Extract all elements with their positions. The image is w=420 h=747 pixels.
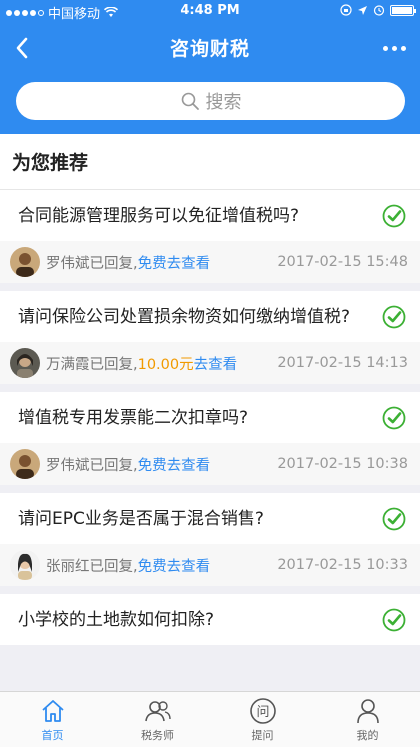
question-text: 小学校的土地款如何扣除? — [18, 610, 215, 630]
rotation-lock-icon — [340, 4, 352, 16]
tab-label: 首页 — [41, 728, 64, 742]
navbar: 咨询财税 — [0, 26, 420, 70]
status-right — [340, 4, 416, 16]
user-icon — [356, 698, 379, 723]
replier-text: 罗伟斌已回复, — [46, 255, 138, 272]
battery-icon — [390, 4, 416, 16]
section-title: 为您推荐 — [0, 134, 420, 190]
avatar-man — [10, 247, 40, 277]
reply-meta: 罗伟斌已回复, 免费去查看 2017-02-15 10:38 — [0, 443, 420, 485]
view-link[interactable]: 免费去查看 — [138, 454, 211, 475]
reply-date: 2017-02-15 15:48 — [277, 254, 408, 270]
replier-text: 罗伟斌已回复, — [46, 457, 138, 474]
tab-label: 税务师 — [141, 728, 174, 742]
check-icon — [382, 204, 406, 227]
check-icon — [382, 406, 406, 429]
reply-date: 2017-02-15 10:33 — [277, 557, 408, 573]
people-icon — [144, 700, 171, 721]
tab-label: 提问 — [251, 728, 274, 742]
page-title: 咨询财税 — [169, 38, 250, 60]
tab-mine[interactable]: 我的 — [315, 692, 420, 747]
view-link[interactable]: 免费去查看 — [138, 555, 211, 576]
svg-text:问: 问 — [256, 705, 269, 720]
replier-text: 张丽红已回复, — [46, 558, 138, 575]
reply-meta: 张丽红已回复, 免费去查看 2017-02-15 10:33 — [0, 544, 420, 586]
tab-tax-advisor[interactable]: 税务师 — [105, 692, 210, 747]
more-button[interactable] — [374, 32, 414, 64]
replier-text: 万满霞已回复, — [46, 356, 138, 373]
question-text: 增值税专用发票能二次扣章吗? — [18, 408, 249, 428]
question-text: 请问保险公司处置损余物资如何缴纳增值税? — [18, 307, 351, 327]
question-item[interactable]: 合同能源管理服务可以免征增值税吗? — [0, 190, 420, 241]
question-card: 请问EPC业务是否属于混合销售? 张丽红已回复, 免费去查看 2017-02-1… — [0, 493, 420, 586]
question-item[interactable]: 请问保险公司处置损余物资如何缴纳增值税? — [0, 291, 420, 342]
home-icon — [41, 699, 64, 722]
alarm-icon — [373, 5, 385, 16]
check-icon — [382, 608, 406, 631]
reply-date: 2017-02-15 14:13 — [277, 355, 408, 371]
tab-ask[interactable]: 问 提问 — [210, 692, 315, 747]
ask-icon: 问 — [249, 697, 276, 724]
more-dot-icon — [400, 45, 406, 51]
question-card: 请问保险公司处置损余物资如何缴纳增值税? 万满霞已回复, 10.00元 去查看 … — [0, 291, 420, 384]
search-input[interactable]: 搜索 — [16, 82, 405, 120]
price-label: 10.00元 — [137, 356, 194, 373]
reply-meta: 万满霞已回复, 10.00元 去查看 2017-02-15 14:13 — [0, 342, 420, 384]
view-link[interactable]: 免费去查看 — [138, 252, 211, 273]
check-icon — [382, 507, 406, 530]
question-item[interactable]: 增值税专用发票能二次扣章吗? — [0, 392, 420, 443]
tab-label: 我的 — [356, 728, 379, 742]
tab-bar: 首页 税务师 问 提问 我的 — [0, 691, 420, 747]
tab-home[interactable]: 首页 — [0, 692, 105, 747]
question-item[interactable]: 小学校的土地款如何扣除? — [0, 594, 420, 645]
check-icon — [382, 305, 406, 328]
avatar-woman — [10, 348, 40, 378]
reply-meta: 罗伟斌已回复, 免费去查看 2017-02-15 15:48 — [0, 241, 420, 283]
question-text: 请问EPC业务是否属于混合销售? — [18, 509, 264, 529]
question-card: 合同能源管理服务可以免征增值税吗? 罗伟斌已回复, 免费去查看 2017-02-… — [0, 190, 420, 283]
header: 中国移动 4:48 PM 咨询财税 搜索 — [0, 0, 420, 134]
search-icon — [181, 92, 199, 110]
reply-date: 2017-02-15 10:38 — [277, 456, 408, 472]
question-item[interactable]: 请问EPC业务是否属于混合销售? — [0, 493, 420, 544]
more-dot-icon — [382, 45, 388, 51]
question-card: 增值税专用发票能二次扣章吗? 罗伟斌已回复, 免费去查看 2017-02-15 … — [0, 392, 420, 485]
status-bar: 中国移动 4:48 PM — [0, 0, 420, 22]
recommend-list: 为您推荐 合同能源管理服务可以免征增值税吗? 罗伟斌已回复, 免费去查看 201… — [0, 134, 420, 691]
avatar-man — [10, 449, 40, 479]
location-icon — [358, 5, 367, 15]
question-text: 合同能源管理服务可以免征增值税吗? — [18, 206, 300, 226]
avatar-woman-2 — [10, 550, 40, 580]
more-dot-icon — [391, 45, 397, 51]
view-link[interactable]: 去查看 — [194, 353, 238, 374]
question-card: 小学校的土地款如何扣除? — [0, 594, 420, 645]
search-placeholder: 搜索 — [205, 92, 242, 113]
